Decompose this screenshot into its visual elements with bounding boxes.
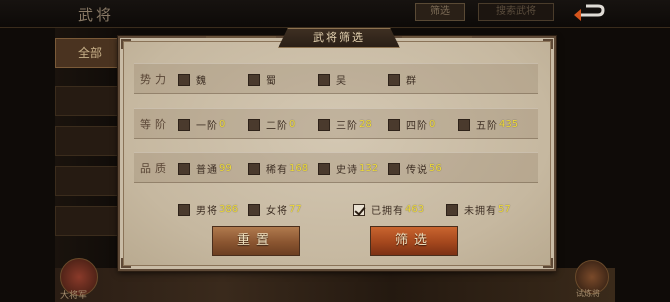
checkbox-box[interactable] [318, 118, 330, 131]
nav-item[interactable] [55, 206, 125, 236]
corner-ornament [121, 39, 131, 49]
back-arrow-icon[interactable] [572, 3, 606, 23]
checkbox-box[interactable] [388, 162, 400, 175]
dialog-title: 武将筛选 [313, 31, 365, 44]
option-count: 28 [359, 119, 372, 130]
faction-label: 势力 [140, 73, 170, 86]
hero-strip [55, 268, 615, 302]
option-count: 386 [219, 204, 239, 215]
tier-5-checkbox[interactable]: 五阶 435 [458, 117, 518, 132]
option-label: 未拥有 [464, 206, 497, 217]
option-label: 二阶 [266, 121, 288, 132]
title-ornament [402, 36, 472, 38]
quality-row: 品质 普通 99 稀有 168 史诗 132 传说 56 [134, 152, 538, 183]
tier-1-checkbox[interactable]: 一阶 0 [178, 117, 225, 132]
checkbox-box[interactable] [318, 162, 330, 175]
checkbox-box[interactable] [248, 118, 260, 131]
checkbox-box[interactable] [318, 73, 330, 86]
checkmark-icon[interactable] [353, 203, 365, 216]
option-count: 77 [289, 204, 302, 215]
avatar-label: 大将军 [60, 291, 88, 301]
checkbox-box[interactable] [178, 118, 190, 131]
page-title: 武将 [78, 6, 115, 24]
option-label: 男将 [196, 206, 218, 217]
option-label: 吴 [336, 76, 347, 87]
option-label: 四阶 [406, 121, 428, 132]
option-count: 56 [429, 163, 442, 174]
checkbox-box[interactable] [178, 203, 190, 216]
option-label: 女将 [266, 206, 288, 217]
checkbox-box[interactable] [248, 73, 260, 86]
quality-common-checkbox[interactable]: 普通 99 [178, 161, 232, 176]
option-count: 435 [499, 119, 519, 130]
owned-checkbox[interactable]: 已拥有 463 [353, 202, 424, 217]
quality-epic-checkbox[interactable]: 史诗 132 [318, 161, 378, 176]
checkbox-box[interactable] [248, 162, 260, 175]
option-label: 已拥有 [371, 206, 404, 217]
option-count: 463 [405, 204, 425, 215]
checkbox-box[interactable] [388, 118, 400, 131]
confirm-filter-button[interactable]: 筛选 [370, 226, 458, 256]
faction-qun-checkbox[interactable]: 群 [388, 72, 417, 87]
left-nav: 全部 [55, 28, 127, 268]
faction-wu-checkbox[interactable]: 吴 [318, 72, 347, 87]
option-count: 0 [219, 119, 226, 130]
tier-3-checkbox[interactable]: 三阶 28 [318, 117, 372, 132]
tier-label: 等阶 [140, 118, 170, 131]
checkbox-box[interactable] [446, 203, 458, 216]
checkbox-box[interactable] [178, 73, 190, 86]
option-count: 57 [498, 204, 511, 215]
tier-4-checkbox[interactable]: 四阶 0 [388, 117, 435, 132]
tier-row: 等阶 一阶 0 二阶 0 三阶 28 四阶 0 五阶 435 [134, 108, 538, 139]
checkbox-box[interactable] [388, 73, 400, 86]
quality-label: 品质 [140, 162, 170, 175]
faction-shu-checkbox[interactable]: 蜀 [248, 72, 277, 87]
checkbox-box[interactable] [178, 162, 190, 175]
checkbox-box[interactable] [458, 118, 470, 131]
option-label: 普通 [196, 165, 218, 176]
corner-ornament [121, 258, 131, 268]
dialog-title-tab: 武将筛选 [278, 28, 400, 48]
quality-rare-checkbox[interactable]: 稀有 168 [248, 161, 308, 176]
female-checkbox[interactable]: 女将 77 [248, 202, 302, 217]
option-label: 群 [406, 76, 417, 87]
not-owned-checkbox[interactable]: 未拥有 57 [446, 202, 511, 217]
option-label: 传说 [406, 165, 428, 176]
avatar-label: 试炼将 [576, 289, 600, 298]
option-label: 魏 [196, 76, 207, 87]
hero-filter-dialog: 武将筛选 势力 魏 蜀 吴 群 等阶 一阶 0 二阶 0 三阶 28 四阶 0 … [118, 28, 556, 271]
title-ornament [206, 36, 276, 38]
tier-2-checkbox[interactable]: 二阶 0 [248, 117, 295, 132]
male-checkbox[interactable]: 男将 386 [178, 202, 238, 217]
faction-wei-checkbox[interactable]: 魏 [178, 72, 207, 87]
option-label: 五阶 [476, 121, 498, 132]
quality-legend-checkbox[interactable]: 传说 56 [388, 161, 442, 176]
option-count: 0 [429, 119, 436, 130]
option-label: 蜀 [266, 76, 277, 87]
nav-item-all[interactable]: 全部 [55, 38, 125, 68]
filter-button[interactable]: 筛选 [415, 3, 465, 21]
faction-row: 势力 魏 蜀 吴 群 [134, 63, 538, 94]
reset-button[interactable]: 重置 [212, 226, 300, 256]
checkbox-box[interactable] [248, 203, 260, 216]
option-label: 稀有 [266, 165, 288, 176]
top-bar: 武将 筛选 搜索武将 [0, 0, 670, 28]
nav-item[interactable] [55, 86, 125, 116]
option-count: 99 [219, 163, 232, 174]
search-input[interactable]: 搜索武将 [478, 3, 554, 21]
option-label: 一阶 [196, 121, 218, 132]
corner-ornament [543, 39, 553, 49]
option-label: 史诗 [336, 165, 358, 176]
option-count: 0 [289, 119, 296, 130]
option-label: 三阶 [336, 121, 358, 132]
option-count: 132 [359, 163, 379, 174]
corner-ornament [543, 258, 553, 268]
nav-item[interactable] [55, 126, 125, 156]
option-count: 168 [289, 163, 309, 174]
nav-item[interactable] [55, 166, 125, 196]
